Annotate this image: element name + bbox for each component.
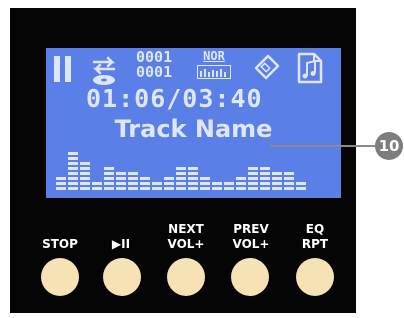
prev-vol-up-button[interactable] [231,258,269,296]
spectrum-bar [140,177,150,190]
spectrum-bar [152,182,162,190]
play-pause-button[interactable] [103,258,141,296]
rpt-label-text: RPT [301,237,329,251]
spectrum-bar [80,162,90,190]
play-pause-label: ▶II [91,237,151,252]
play-pause-label-text: ▶II [111,237,131,251]
repeat-disc-icon [92,56,116,85]
track-counter: 0001 0001 [136,50,172,80]
spectrum-bar [284,172,294,190]
spectrum-bar [164,177,174,190]
spectrum-bar [68,152,78,190]
stop-button[interactable] [41,258,79,296]
spectrum-bar [128,172,138,190]
pause-icon [54,56,72,82]
spectrum-bar [212,182,222,190]
playback-time: 01:06/03:40 [86,84,263,113]
eq-rpt-label: EQ RPT [285,222,345,252]
callout-leader-line [270,145,380,147]
spectrum-bar [116,172,126,190]
eq-bars-icon [197,65,231,79]
eq-mode-label: NOR [203,49,225,63]
eq-repeat-button[interactable] [296,258,334,296]
spectrum-bar [260,167,270,190]
spectrum-bar [176,167,186,190]
spectrum-bar [188,167,198,190]
device-diagram: 0001 0001 NOR 01:06/03:40 Track Name 10 … [0,0,404,318]
spectrum-bar [296,182,306,190]
spectrum-bar [200,177,210,190]
stop-label: STOP [30,237,90,252]
spectrum-bar [236,177,246,190]
lcd-screen: 0001 0001 NOR 01:06/03:40 Track Name [46,48,341,198]
prev-vol-label-text: VOL+ [232,237,270,251]
next-vol-label: NEXT VOL+ [156,222,216,252]
music-note-icon [297,52,323,84]
next-vol-up-button[interactable] [167,258,205,296]
spectrum-bar [272,172,282,190]
spectrum-bar [92,182,102,190]
prev-vol-label: PREV VOL+ [221,222,281,252]
next-vol-label-text: VOL+ [167,237,205,251]
stop-label-text: STOP [42,237,78,251]
tag-icon [254,54,280,80]
track-name: Track Name [114,115,273,143]
spectrum-analyzer [56,152,306,190]
eq-label-text: EQ [305,222,325,236]
spectrum-bar [248,167,258,190]
callout-number-badge: 10 [375,132,403,160]
eq-mode-indicator: NOR [196,50,232,84]
spectrum-bar [104,167,114,190]
counter-total: 0001 [136,63,173,81]
prev-label-text: PREV [233,222,269,236]
spectrum-bar [56,177,66,190]
spectrum-bar [224,182,234,190]
next-label-text: NEXT [168,222,204,236]
